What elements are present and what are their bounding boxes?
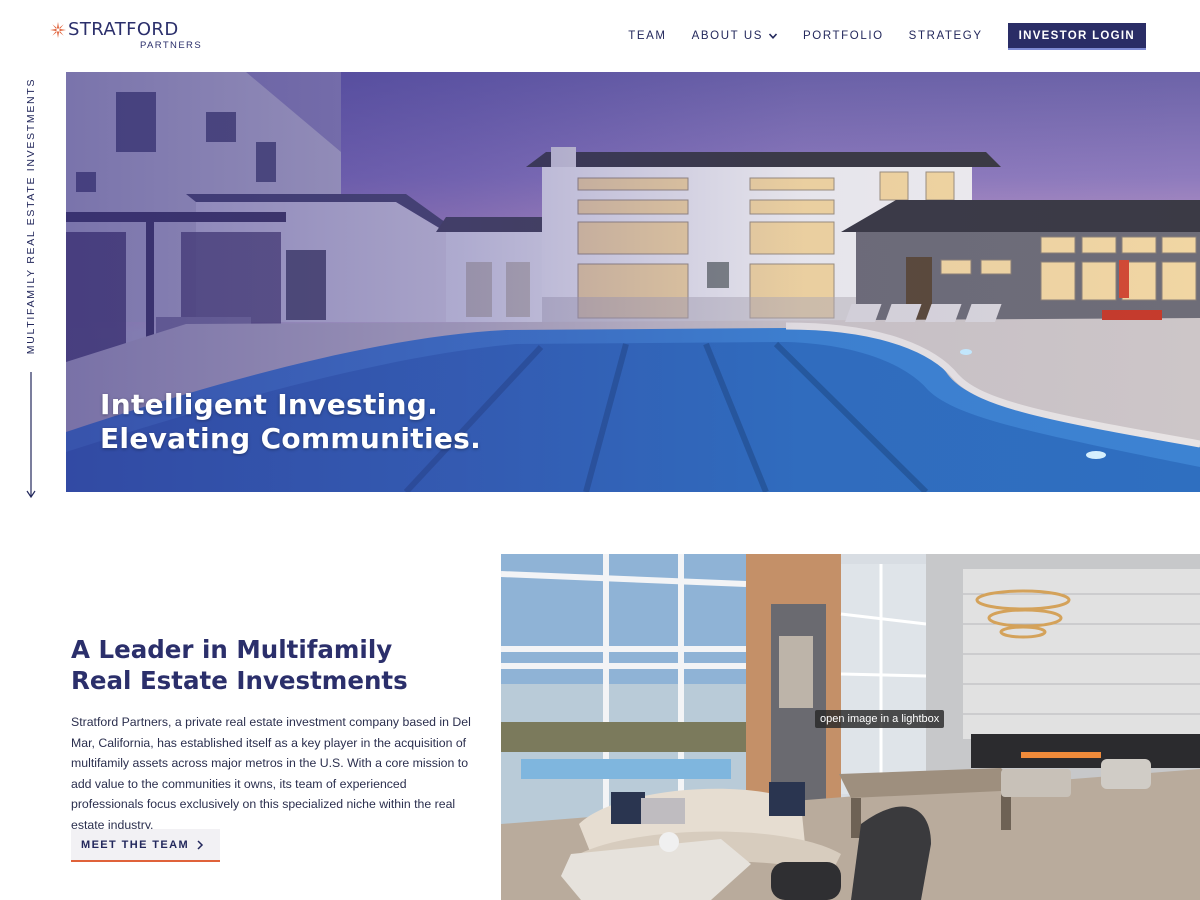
sunburst-logo-icon	[50, 22, 66, 38]
main-nav: TEAM ABOUT US PORTFOLIO STRATEGY INVESTO…	[628, 22, 1146, 50]
investor-login-button[interactable]: INVESTOR LOGIN	[1007, 22, 1146, 50]
hero-headline-line-1: Intelligent Investing.	[100, 388, 439, 421]
section-title-line-1: A Leader in Multifamily	[71, 635, 393, 664]
hero-headline-line-2: Elevating Communities.	[100, 422, 482, 455]
site-header: STRATFORD PARTNERS TEAM ABOUT US PORTFOL…	[0, 0, 1200, 72]
nav-strategy[interactable]: STRATEGY	[909, 30, 983, 42]
meet-the-team-button[interactable]: MEET THE TEAM	[71, 829, 220, 862]
about-paragraph: Stratford Partners, a private real estat…	[71, 715, 471, 832]
nav-portfolio-label: PORTFOLIO	[803, 30, 884, 42]
hero-banner: Intelligent Investing. Elevating Communi…	[66, 72, 1200, 492]
lightbox-tooltip: open image in a lightbox	[815, 710, 945, 728]
nav-about-us[interactable]: ABOUT US	[692, 30, 778, 42]
nav-portfolio[interactable]: PORTFOLIO	[803, 30, 884, 42]
nav-team[interactable]: TEAM	[628, 30, 666, 42]
nav-about-us-label: ABOUT US	[691, 30, 764, 42]
section-title: A Leader in Multifamily Real Estate Inve…	[71, 634, 491, 696]
hero-headline: Intelligent Investing. Elevating Communi…	[100, 388, 660, 456]
nav-team-label: TEAM	[628, 30, 667, 42]
nav-strategy-label: STRATEGY	[908, 30, 983, 42]
chevron-down-icon	[768, 33, 778, 39]
meet-the-team-label: MEET THE TEAM	[81, 838, 190, 851]
side-label-text: MULTIFAMILY REAL ESTATE INVESTMENTS	[25, 77, 37, 355]
side-vertical-label: MULTIFAMILY REAL ESTATE INVESTMENTS	[24, 72, 38, 362]
logo-subtitle: PARTNERS	[140, 40, 203, 51]
arrow-down-icon[interactable]	[25, 372, 37, 500]
section-title-line-2: Real Estate Investments	[71, 666, 408, 695]
stratford-logo[interactable]: STRATFORD PARTNERS	[50, 20, 205, 54]
chevron-right-icon	[197, 839, 204, 850]
logo-wordmark: STRATFORD	[68, 19, 179, 40]
